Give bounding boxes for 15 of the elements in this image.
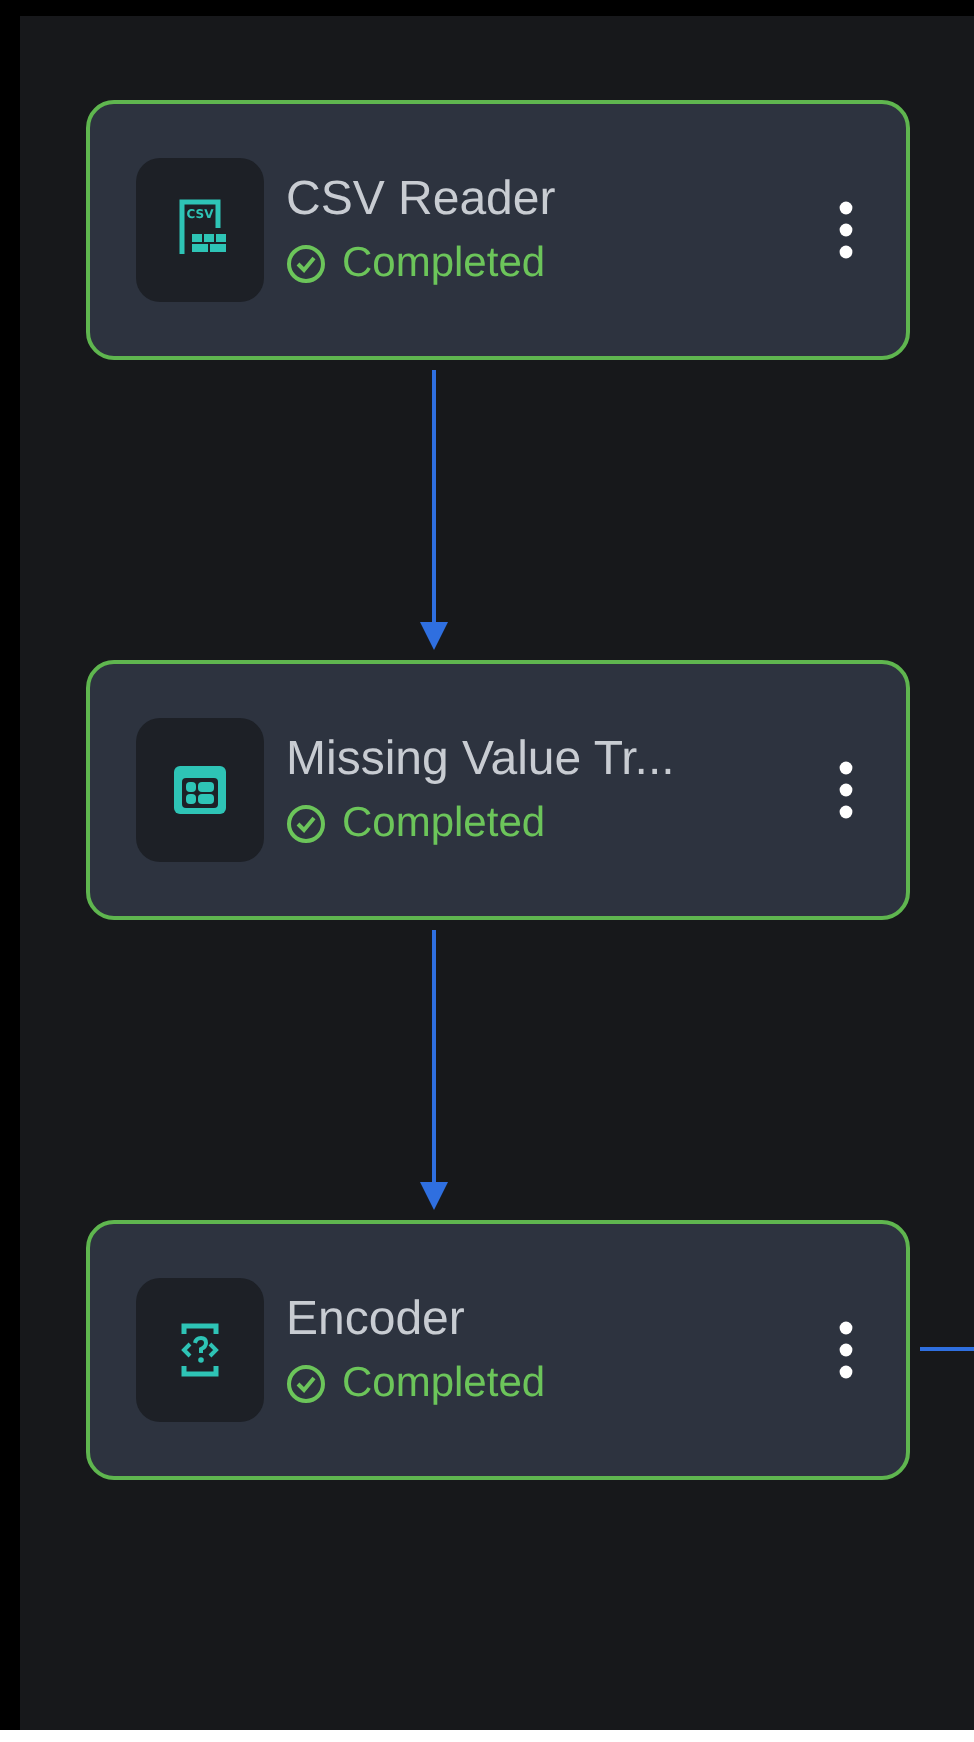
kebab-icon [838, 1318, 854, 1382]
check-circle-icon [286, 1364, 326, 1404]
node-title: Missing Value Tr... [286, 732, 677, 788]
node-card[interactable]: Encoder Completed [86, 1220, 910, 1480]
node-card[interactable]: Missing Value Tr... Completed [86, 660, 910, 920]
connector-line [920, 1346, 974, 1354]
kebab-icon [838, 198, 854, 262]
node-title: Encoder [286, 1292, 467, 1348]
check-circle-icon [286, 804, 326, 844]
status-label: Completed [342, 1360, 546, 1408]
status-label: Completed [342, 800, 546, 848]
check-circle-icon [286, 244, 326, 284]
kebab-icon [838, 758, 854, 822]
node-title: CSV Reader [286, 172, 558, 228]
status-label: Completed [342, 240, 546, 288]
